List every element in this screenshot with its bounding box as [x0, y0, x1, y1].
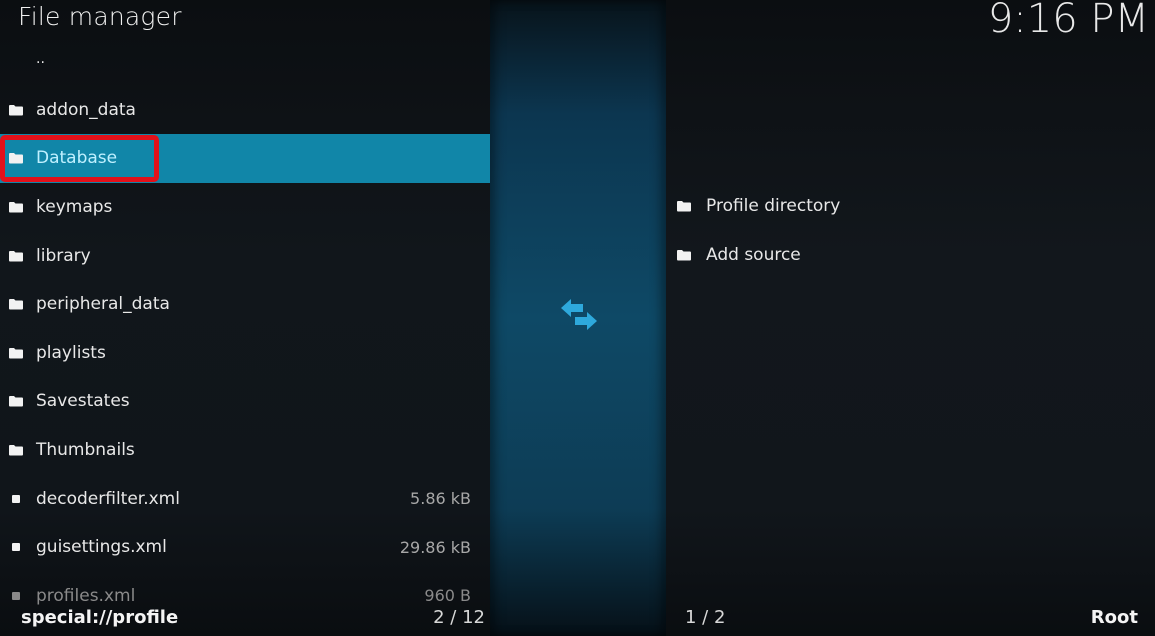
folder-icon: [9, 250, 23, 262]
folder-icon: [677, 201, 691, 212]
parent-directory-item[interactable]: ..: [0, 37, 490, 86]
file-size: 960 B: [424, 586, 471, 606]
folder-icon: [677, 249, 691, 261]
item-label: decoderfilter.xml: [36, 488, 180, 509]
clock: 9:16 PM: [987, 0, 1149, 42]
file-icon: [12, 591, 20, 600]
item-label: Profile directory: [706, 196, 841, 217]
file-size: 5.86 kB: [410, 489, 471, 509]
item-label: Savestates: [36, 391, 130, 412]
item-label: addon_data: [36, 99, 136, 120]
folder-icon: [9, 445, 23, 456]
list-item-database[interactable]: Database: [0, 134, 490, 183]
folder-icon: [9, 299, 23, 310]
list-item-decoderfilter[interactable]: decoderfilter.xml 5.86 kB: [0, 474, 490, 523]
right-pane: 9:16 PM Profile directory Add source 1 /…: [666, 0, 1155, 636]
list-item-profile-directory[interactable]: Profile directory: [666, 182, 1155, 231]
file-icon: [12, 543, 20, 552]
item-label: Add source: [706, 244, 801, 265]
list-item-playlists[interactable]: playlists: [0, 329, 490, 378]
file-icon: [12, 494, 20, 503]
folder-icon: [9, 347, 23, 359]
list-item-thumbnails[interactable]: Thumbnails: [0, 426, 490, 475]
item-label: playlists: [36, 342, 106, 363]
list-item-guisettings[interactable]: guisettings.xml 29.86 kB: [0, 523, 490, 572]
list-item-savestates[interactable]: Savestates: [0, 377, 490, 426]
list-item-peripheral-data[interactable]: peripheral_data: [0, 280, 490, 329]
folder-icon: [9, 153, 23, 164]
item-label: Database: [36, 148, 118, 169]
item-position-counter: 2 / 12: [433, 607, 485, 628]
item-label: guisettings.xml: [36, 537, 167, 558]
list-item-library[interactable]: library: [0, 231, 490, 280]
parent-directory-label: ..: [36, 51, 45, 67]
current-path: Root: [1090, 607, 1138, 628]
left-file-list: .. addon_data Database keymaps library p: [0, 37, 490, 620]
page-title: File manager: [18, 2, 182, 31]
folder-icon: [9, 202, 23, 213]
item-label: keymaps: [36, 197, 113, 218]
item-label: profiles.xml: [36, 585, 136, 606]
file-size: 29.86 kB: [399, 537, 471, 557]
swap-arrows-icon[interactable]: [559, 297, 599, 333]
current-path: special://profile: [21, 607, 179, 628]
pane-divider: [490, 0, 666, 636]
file-manager-window: File manager .. addon_data Database keym…: [0, 0, 1155, 636]
item-label: peripheral_data: [36, 294, 170, 315]
list-item-keymaps[interactable]: keymaps: [0, 183, 490, 232]
right-source-list: Profile directory Add source: [666, 182, 1155, 279]
item-label: library: [36, 245, 91, 266]
item-label: Thumbnails: [36, 440, 135, 461]
folder-icon: [9, 396, 23, 407]
left-pane: File manager .. addon_data Database keym…: [0, 0, 490, 636]
folder-icon: [9, 104, 23, 116]
item-position-counter: 1 / 2: [685, 607, 726, 628]
list-item-add-source[interactable]: Add source: [666, 231, 1155, 280]
list-item-addon-data[interactable]: addon_data: [0, 86, 490, 135]
